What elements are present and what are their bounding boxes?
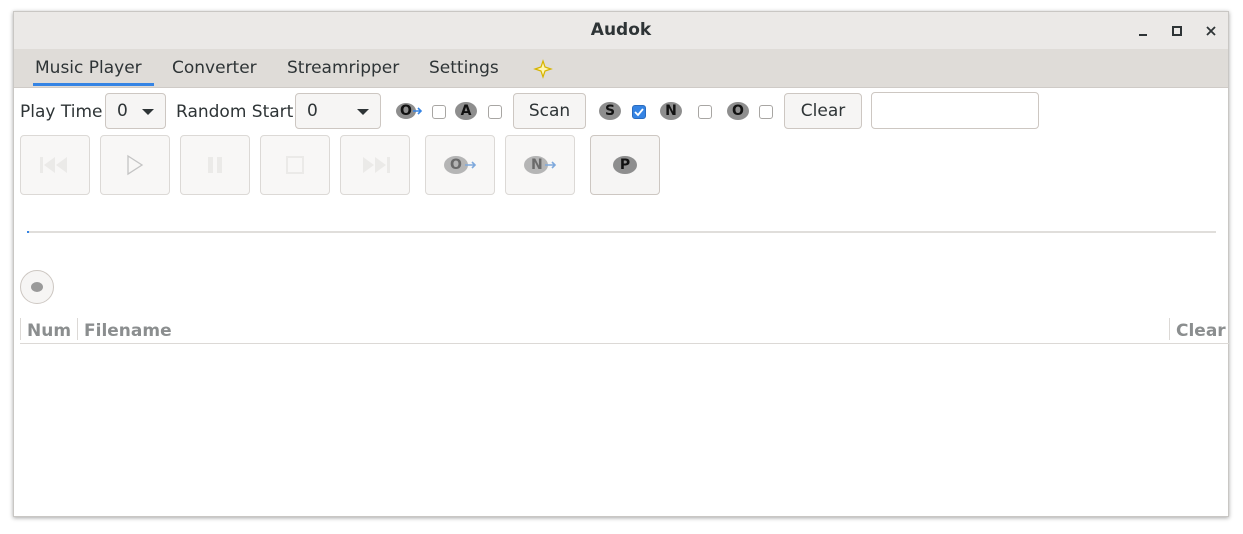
maximize-button[interactable] — [1168, 22, 1186, 40]
close-button[interactable] — [1202, 22, 1220, 40]
next-button[interactable] — [340, 135, 410, 195]
tab-converter[interactable]: Converter — [161, 49, 268, 87]
chevron-down-icon — [357, 109, 369, 115]
column-separator — [20, 318, 21, 340]
play-icon — [127, 154, 144, 176]
column-separator — [77, 318, 78, 340]
play-button[interactable] — [100, 135, 170, 195]
p-icon: P — [612, 154, 638, 176]
next-n-button[interactable]: N — [505, 135, 575, 195]
progress-fill — [27, 231, 29, 233]
scan-button[interactable]: Scan — [513, 93, 586, 129]
next-n-icon-text: N — [531, 157, 543, 173]
s-checkbox[interactable] — [632, 105, 646, 119]
record-icon — [31, 282, 43, 292]
random-start-value: 0 — [307, 101, 318, 121]
next-order-icon: O — [443, 154, 477, 176]
a-checkbox[interactable] — [488, 105, 502, 119]
previous-button[interactable] — [20, 135, 90, 195]
play-time-label: Play Time — [20, 102, 103, 122]
check-icon — [634, 108, 644, 117]
random-start-label: Random Start — [176, 102, 294, 122]
table-header — [20, 316, 1229, 344]
next-order-badge-icon: O — [395, 101, 423, 121]
minimize-icon — [1139, 34, 1147, 36]
play-time-select[interactable]: 0 — [105, 93, 166, 129]
random-start-select[interactable]: 0 — [295, 93, 381, 129]
progress-slider[interactable] — [27, 231, 1216, 233]
sparkle-icon — [533, 59, 553, 79]
o-badge-icon: O — [726, 100, 750, 122]
record-button[interactable] — [20, 270, 54, 304]
tab-streamripper[interactable]: Streamripper — [276, 49, 410, 87]
pause-button[interactable] — [180, 135, 250, 195]
title-bar[interactable]: Audok — [14, 12, 1228, 49]
tab-settings[interactable]: Settings — [418, 49, 510, 87]
file-list[interactable] — [20, 344, 1229, 516]
next-order-button[interactable]: O — [425, 135, 495, 195]
search-entry[interactable] — [871, 92, 1039, 129]
tab-bar: Music Player Converter Streamripper Sett… — [14, 49, 1228, 88]
minimize-button[interactable] — [1134, 22, 1152, 40]
play-time-value: 0 — [117, 101, 128, 121]
column-header-num[interactable]: Num — [27, 320, 71, 342]
s-badge-icon: S — [598, 100, 622, 122]
column-header-clear[interactable]: Clear — [1176, 320, 1226, 342]
previous-icon — [40, 157, 67, 173]
n-badge-text: N — [665, 103, 677, 119]
o-badge-text: O — [732, 103, 744, 119]
maximize-icon — [1172, 26, 1182, 36]
a-badge-icon: A — [454, 100, 478, 122]
next-order-badge-text: O — [400, 103, 412, 119]
stop-button[interactable] — [260, 135, 330, 195]
a-badge-text: A — [460, 103, 472, 119]
close-icon — [1206, 26, 1216, 36]
n-checkbox[interactable] — [698, 105, 712, 119]
tab-music-player[interactable]: Music Player — [24, 49, 154, 87]
window-title: Audok — [590, 20, 652, 40]
s-badge-text: S — [604, 103, 616, 119]
sparkle-tab[interactable] — [533, 59, 553, 79]
next-order-checkbox[interactable] — [432, 105, 446, 119]
pause-icon — [208, 157, 222, 173]
next-icon — [363, 157, 390, 173]
clear-button[interactable]: Clear — [784, 93, 862, 129]
column-header-filename[interactable]: Filename — [84, 320, 172, 342]
p-button[interactable]: P — [590, 135, 660, 195]
o-checkbox[interactable] — [759, 105, 773, 119]
next-order-icon-text: O — [450, 157, 462, 173]
p-icon-text: P — [619, 157, 631, 173]
app-window: Audok Music Player Converter Streamrippe… — [13, 11, 1229, 517]
chevron-down-icon — [142, 109, 154, 115]
next-n-icon: N — [523, 154, 557, 176]
stop-icon — [286, 156, 304, 174]
column-separator — [1169, 318, 1170, 340]
n-badge-icon: N — [659, 100, 683, 122]
